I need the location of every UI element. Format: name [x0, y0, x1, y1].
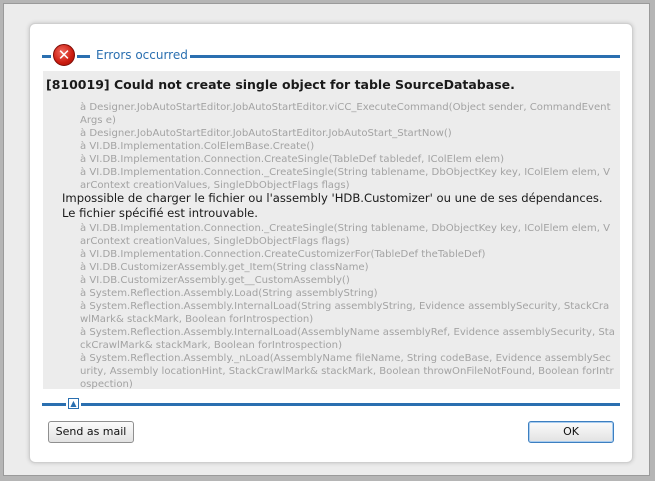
details-line-left: [42, 403, 66, 406]
stack-trace-inner: à VI.DB.Implementation.Connection._Creat…: [80, 223, 615, 390]
group-line-right: [182, 55, 620, 58]
ok-button[interactable]: OK: [528, 421, 614, 443]
send-as-mail-button[interactable]: Send as mail: [48, 421, 134, 443]
error-icon: ✕: [53, 44, 75, 66]
error-message-panel: [810019] Could not create single object …: [43, 71, 620, 390]
dialog-title: Errors occurred: [94, 48, 190, 62]
stack-trace-outer: à Designer.JobAutoStartEditor.JobAutoSta…: [80, 102, 611, 191]
inner-exception-message: Impossible de charger le fichier ou l'as…: [62, 191, 603, 220]
collapse-details-icon[interactable]: ▲: [68, 398, 79, 409]
group-line-left: [42, 55, 51, 58]
details-line-right: [81, 403, 620, 406]
error-dialog: ✕ Errors occurred [810019] Could not cre…: [29, 23, 633, 463]
window-frame: ✕ Errors occurred [810019] Could not cre…: [3, 3, 650, 476]
group-line-mid: [77, 55, 90, 58]
error-headline: [810019] Could not create single object …: [46, 77, 515, 92]
